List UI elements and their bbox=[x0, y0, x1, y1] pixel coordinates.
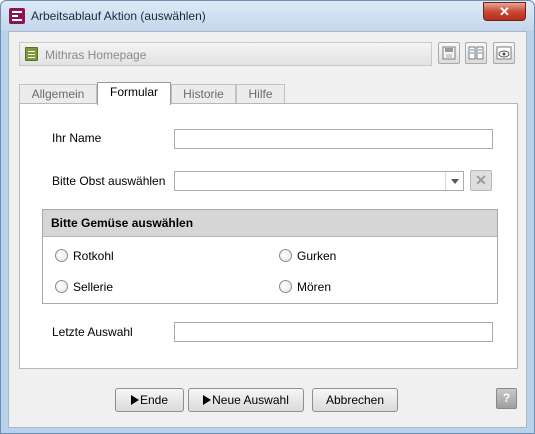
radio-gurken[interactable] bbox=[279, 249, 292, 262]
close-icon: ✕ bbox=[475, 172, 487, 188]
tab-allgemein[interactable]: Allgemein bbox=[19, 84, 97, 104]
clear-fruit-button[interactable]: ✕ bbox=[470, 170, 492, 191]
last-selection-label: Letzte Auswahl bbox=[52, 325, 133, 339]
help-button[interactable]: ? bbox=[496, 388, 517, 409]
tab-hilfe[interactable]: Hilfe bbox=[236, 84, 285, 104]
compare-button[interactable] bbox=[465, 42, 487, 64]
page-reference-value: Mithras Homepage bbox=[45, 48, 147, 62]
vegetable-group: Bitte Gemüse auswählen Rotkohl Gurken Se… bbox=[42, 209, 498, 304]
form-panel: Ihr Name Bitte Obst auswählen ✕ Bitte Ge… bbox=[19, 103, 518, 369]
tab-formular[interactable]: Formular bbox=[97, 82, 171, 105]
compare-icon bbox=[468, 46, 484, 60]
cancel-button-label: Abbrechen bbox=[325, 393, 385, 407]
play-icon bbox=[203, 395, 212, 405]
end-button[interactable]: Ende bbox=[115, 388, 184, 412]
last-selection-input[interactable] bbox=[174, 322, 493, 342]
page-icon bbox=[25, 47, 38, 61]
radio-gurken-label[interactable]: Gurken bbox=[297, 249, 336, 263]
close-button[interactable]: ✕ bbox=[483, 2, 526, 21]
radio-sellerie-label[interactable]: Sellerie bbox=[73, 280, 113, 294]
name-input[interactable] bbox=[174, 129, 493, 149]
vegetable-group-heading: Bitte Gemüse auswählen bbox=[43, 210, 497, 237]
end-button-label: Ende bbox=[139, 393, 169, 407]
new-selection-button-label: Neue Auswahl bbox=[212, 393, 289, 407]
help-icon: ? bbox=[502, 391, 511, 405]
name-label: Ihr Name bbox=[52, 131, 102, 145]
chevron-down-icon[interactable] bbox=[445, 172, 463, 190]
app-icon bbox=[9, 8, 25, 24]
play-icon bbox=[130, 395, 139, 405]
cancel-button[interactable]: Abbrechen bbox=[312, 388, 398, 412]
new-selection-button[interactable]: Neue Auswahl bbox=[188, 388, 304, 412]
fruit-select[interactable] bbox=[174, 171, 464, 191]
dialog-window: Arbeitsablauf Aktion (auswählen) ✕ Mithr… bbox=[0, 0, 535, 434]
preview-icon bbox=[496, 46, 512, 60]
preview-button[interactable] bbox=[493, 42, 515, 64]
tab-historie[interactable]: Historie bbox=[171, 84, 236, 104]
radio-rotkohl[interactable] bbox=[55, 249, 68, 262]
save-button[interactable] bbox=[438, 42, 460, 64]
page-reference-field: Mithras Homepage bbox=[19, 42, 432, 66]
fruit-label: Bitte Obst auswählen bbox=[52, 174, 166, 188]
radio-sellerie[interactable] bbox=[55, 280, 68, 293]
save-icon bbox=[442, 46, 456, 60]
window-title: Arbeitsablauf Aktion (auswählen) bbox=[31, 9, 206, 23]
radio-moeren-label[interactable]: Mören bbox=[297, 280, 331, 294]
radio-rotkohl-label[interactable]: Rotkohl bbox=[73, 249, 114, 263]
dialog-content: Mithras Homepage Allgemein Formular Hist… bbox=[8, 31, 527, 428]
radio-moeren[interactable] bbox=[279, 280, 292, 293]
title-bar[interactable]: Arbeitsablauf Aktion (auswählen) ✕ bbox=[1, 1, 534, 31]
